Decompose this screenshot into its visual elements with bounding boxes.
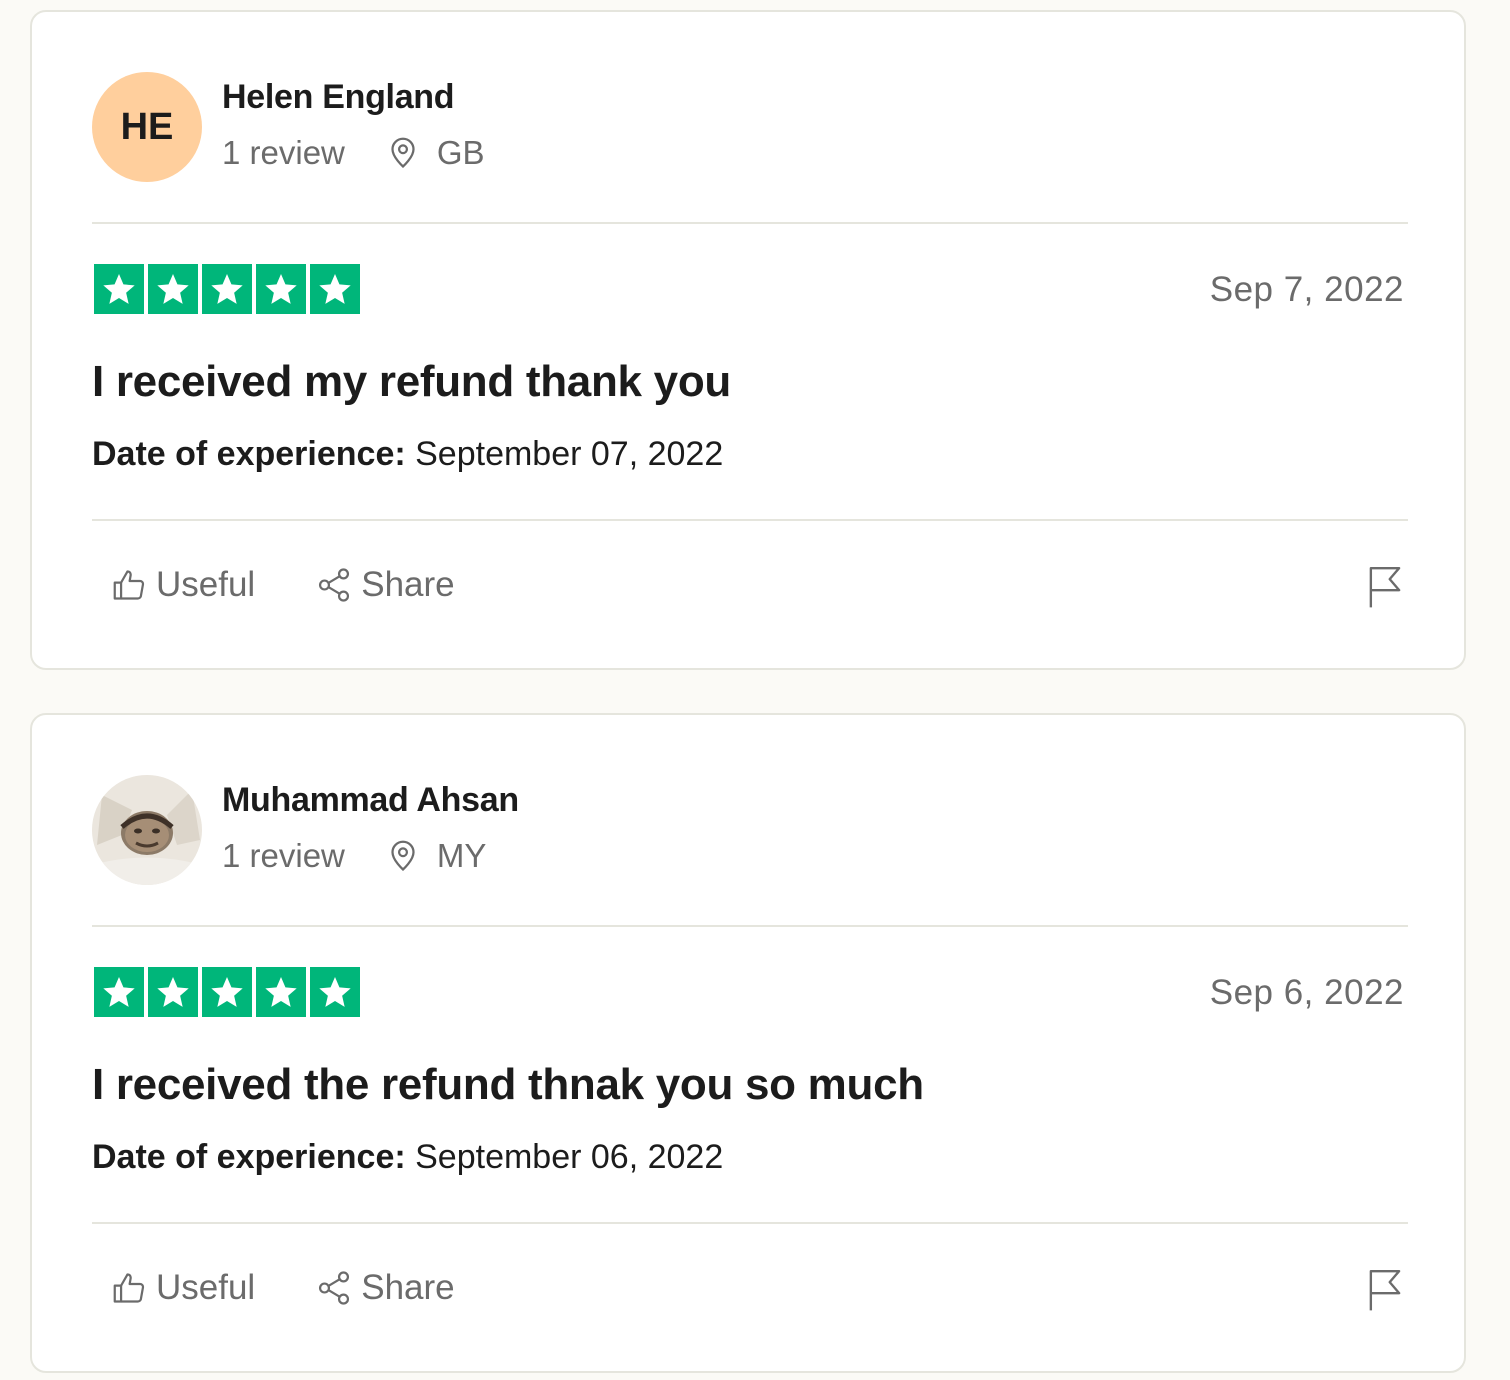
star-icon [256,264,306,314]
experience-date: September 06, 2022 [415,1138,724,1176]
review-card: HE Helen England 1 review GB Sep 7, 2022… [30,10,1466,670]
review-actions: Useful Share [110,1268,455,1308]
star-rating [94,967,360,1017]
star-icon [256,967,306,1017]
reviewer-country: MY [436,837,487,874]
experience-date: September 07, 2022 [415,435,724,473]
divider [92,519,1408,521]
review-date: Sep 6, 2022 [1209,973,1404,1012]
reviewer-name[interactable]: Helen England [222,78,455,117]
avatar[interactable] [92,775,202,885]
reviewer-meta: 1 review GB [222,134,485,172]
review-title[interactable]: I received the refund thnak you so much [92,1060,924,1110]
profile-photo-icon [92,775,202,885]
share-icon [319,1271,350,1305]
date-of-experience: Date of experience: September 07, 2022 [92,435,723,474]
reviewer-country: GB [436,134,485,171]
report-flag-button[interactable] [1366,1268,1404,1312]
location-pin-icon [385,838,421,874]
review-count: 1 review [222,837,345,874]
review-card: Muhammad Ahsan 1 review MY Sep 6, 2022 I… [30,713,1466,1373]
useful-button[interactable]: Useful [110,565,255,605]
star-icon [202,264,252,314]
avatar[interactable]: HE [92,72,202,182]
share-label: Share [361,565,455,604]
experience-label: Date of experience: [92,1138,406,1176]
share-icon [319,568,350,602]
star-icon [202,967,252,1017]
star-icon [310,967,360,1017]
useful-button[interactable]: Useful [110,1268,255,1308]
useful-label: Useful [156,565,256,604]
star-icon [94,264,144,314]
location-pin-icon [385,135,421,171]
divider [92,1222,1408,1224]
star-icon [310,264,360,314]
review-actions: Useful Share [110,565,455,605]
avatar-initials: HE [120,105,174,148]
review-date: Sep 7, 2022 [1209,270,1404,309]
reviewer-meta: 1 review MY [222,837,486,875]
experience-label: Date of experience: [92,435,406,473]
flag-icon [1369,566,1401,608]
useful-label: Useful [156,1268,256,1307]
date-of-experience: Date of experience: September 06, 2022 [92,1138,723,1177]
divider [92,925,1408,927]
star-icon [148,264,198,314]
share-label: Share [361,1268,455,1307]
divider [92,222,1408,224]
share-button[interactable]: Share [315,1268,455,1308]
review-title[interactable]: I received my refund thank you [92,357,731,407]
star-icon [148,967,198,1017]
flag-icon [1369,1269,1401,1311]
report-flag-button[interactable] [1366,565,1404,609]
star-icon [94,967,144,1017]
review-count: 1 review [222,134,345,171]
star-rating [94,264,360,314]
thumbs-up-icon [113,570,145,600]
share-button[interactable]: Share [315,565,455,605]
reviewer-name[interactable]: Muhammad Ahsan [222,781,519,820]
thumbs-up-icon [113,1273,145,1303]
